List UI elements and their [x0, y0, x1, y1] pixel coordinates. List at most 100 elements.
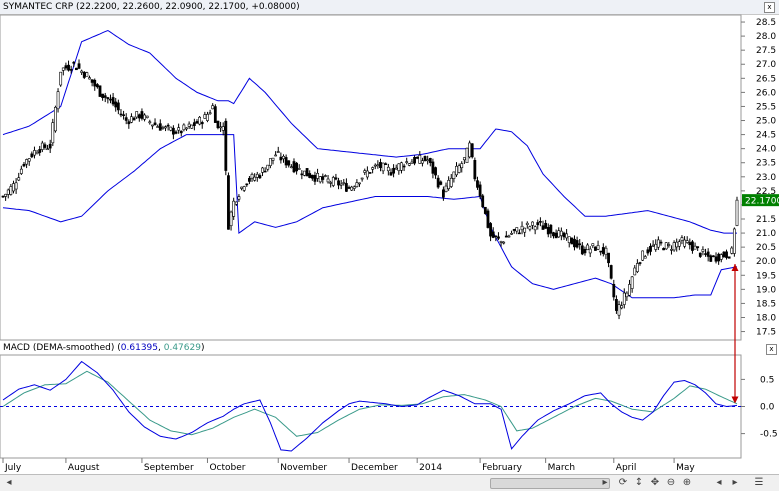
candle: [216, 120, 220, 130]
candle-body: [221, 126, 225, 131]
candle-body: [389, 172, 393, 176]
arrow-left-icon[interactable]: ◂: [2, 476, 16, 489]
time-tick-label: September: [144, 463, 194, 473]
zoom-out-icon[interactable]: ⊖: [664, 476, 678, 489]
candle-body: [683, 239, 686, 247]
candle-body: [447, 180, 451, 190]
candle-body: [601, 247, 605, 254]
candle-body: [56, 91, 60, 110]
candle-body: [122, 114, 125, 116]
candle-body: [101, 93, 105, 99]
candle-body: [428, 157, 432, 163]
price-tick-label: 18.5: [756, 299, 776, 309]
refresh-icon[interactable]: ⟳: [616, 476, 630, 489]
candle-body: [717, 253, 721, 262]
chart-svg[interactable]: 17.518.018.519.019.520.020.521.021.522.5…: [0, 0, 779, 474]
play-right-icon[interactable]: ▸: [728, 476, 742, 489]
candle-body: [342, 182, 346, 184]
menu-icon[interactable]: ☰: [752, 476, 766, 489]
candle-body: [570, 237, 574, 245]
candle-body: [434, 167, 437, 176]
candle-body: [282, 155, 285, 160]
candle: [303, 170, 306, 177]
candle: [305, 168, 309, 177]
candle-body: [295, 162, 299, 172]
last-price-label: 22.1700: [745, 197, 779, 207]
candle-body: [90, 79, 94, 83]
candle-body: [271, 157, 275, 161]
candle-body: [185, 127, 188, 130]
candle-body: [452, 171, 456, 179]
candle-body: [533, 226, 537, 231]
candle-body: [638, 262, 642, 264]
candle-body: [95, 84, 99, 88]
candle: [465, 147, 469, 163]
time-tick-label: October: [209, 463, 245, 473]
price-tick-label: 27.5: [756, 46, 776, 56]
candle-body: [77, 63, 81, 69]
candle-body: [4, 193, 8, 197]
candle-body: [405, 161, 409, 163]
candle-body: [622, 292, 626, 305]
candle-body: [672, 242, 676, 251]
candle-body: [502, 241, 506, 244]
candle-body: [510, 233, 513, 235]
candle-body: [12, 183, 15, 192]
time-tick-label: August: [68, 463, 100, 473]
candle-body: [310, 174, 314, 179]
candle-body: [242, 186, 246, 191]
arrow-right-icon[interactable]: ▸: [598, 476, 612, 489]
candle-body: [329, 182, 333, 184]
candle-body: [227, 175, 230, 230]
candle-body: [132, 117, 136, 121]
scrollbar-thumb[interactable]: [490, 478, 610, 489]
candle: [735, 196, 739, 227]
candle-body: [559, 230, 563, 236]
candle-body: [6, 189, 10, 195]
play-left-icon[interactable]: ◂: [712, 476, 726, 489]
candle-body: [680, 237, 684, 241]
candle: [570, 237, 574, 245]
candle-body: [355, 182, 359, 187]
candle-body: [350, 186, 354, 191]
candle-body: [151, 124, 154, 127]
scrollbar[interactable]: ◂ ▸ ⟳ ↕ ✥ ⊖ ⊕ ◂ ▸ ☰: [0, 474, 779, 491]
candle-body: [704, 253, 707, 255]
candle-body: [59, 71, 63, 86]
candle-body: [732, 228, 736, 254]
candle-body: [111, 97, 115, 105]
candle: [224, 118, 228, 176]
vertical-resize-icon[interactable]: ↕: [632, 476, 646, 489]
candle-body: [651, 244, 655, 247]
close-macd-button[interactable]: x: [766, 344, 777, 355]
candle-body: [67, 64, 70, 71]
candle-body: [69, 69, 73, 71]
candle-body: [48, 143, 52, 149]
candle-body: [258, 175, 262, 179]
candle-body: [177, 127, 181, 131]
candle: [481, 193, 485, 209]
candle-body: [654, 243, 658, 250]
candle-body: [376, 164, 380, 167]
candle-body: [240, 186, 243, 189]
candle-body: [512, 229, 516, 231]
candle-body: [489, 223, 492, 237]
candle-body: [158, 123, 162, 131]
macd-axis: 0.5 0.0 -0.5: [741, 375, 778, 440]
candle-body: [617, 304, 621, 316]
price-tick-label: 20.5: [756, 243, 776, 253]
move-icon[interactable]: ✥: [648, 476, 662, 489]
candle-body: [528, 226, 532, 230]
candle-body: [628, 284, 631, 296]
candle-body: [38, 149, 42, 153]
zoom-in-icon[interactable]: ⊕: [680, 476, 694, 489]
candle-body: [497, 236, 500, 239]
macd-tick-label: 0.0: [760, 403, 775, 413]
candle-body: [470, 143, 474, 158]
candle-body: [725, 251, 728, 258]
candle-body: [478, 184, 482, 197]
candle-body: [61, 67, 65, 71]
candle-body: [541, 225, 545, 230]
candle-body: [483, 206, 487, 214]
candle-body: [337, 180, 340, 186]
